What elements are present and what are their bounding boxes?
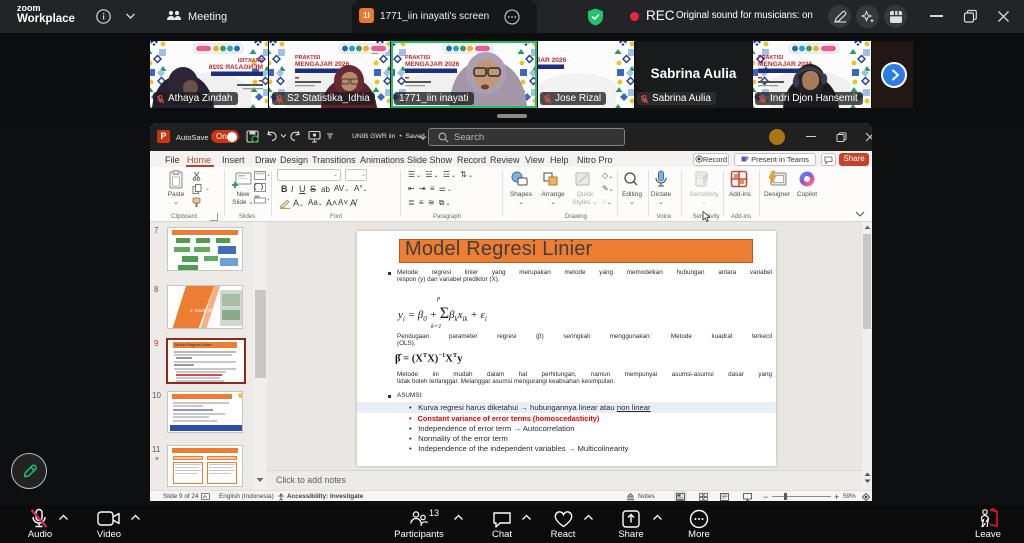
svg-text:2. Model GWR: 2. Model GWR (190, 308, 220, 313)
